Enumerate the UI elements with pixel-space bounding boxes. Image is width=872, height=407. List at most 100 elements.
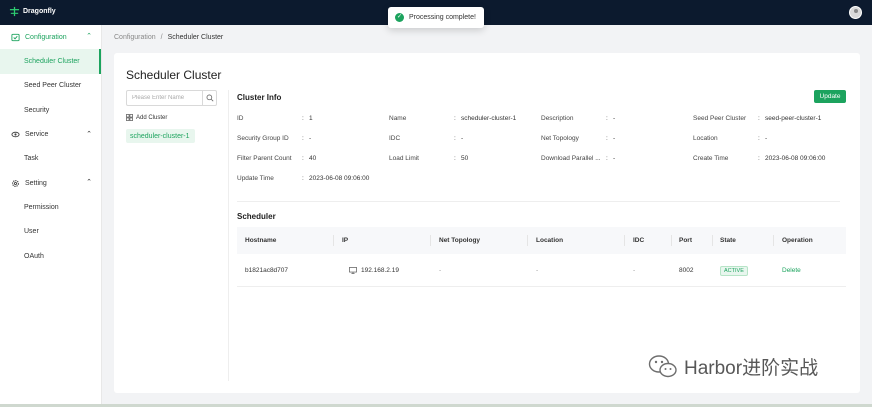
add-cluster-button[interactable]: Add Cluster [126, 114, 167, 121]
status-badge: ACTIVE [720, 266, 748, 276]
sidebar-item-scheduler-cluster[interactable]: Scheduler Cluster [0, 49, 101, 74]
field-value-seed-peer-cluster: seed-peer-cluster-1 [765, 115, 822, 122]
field-label-location: Location [693, 135, 718, 142]
cell-ip-value: 192.168.2.19 [361, 267, 399, 274]
cluster-search [126, 90, 217, 106]
column-header-location: Location [536, 237, 564, 244]
sidebar-item-user[interactable]: User [0, 220, 101, 245]
field-label-net-topology: Net Topology [541, 135, 579, 142]
column-divider [333, 235, 334, 246]
column-header-state: State [720, 237, 736, 244]
field-value-description: - [613, 115, 616, 122]
column-divider [671, 235, 672, 246]
gear-icon [12, 179, 19, 187]
service-icon [11, 131, 20, 138]
field-colon: : [454, 155, 456, 162]
sidebar-group-label: Setting [25, 179, 47, 187]
cell-location: - [536, 267, 539, 274]
search-button[interactable] [202, 91, 216, 105]
scheduler-table: Hostname IP Net Topology Location IDC Po… [237, 227, 846, 287]
sidebar-group-label: Service [25, 131, 49, 138]
field-colon: : [606, 115, 608, 122]
toast-message: Processing complete! [409, 14, 476, 21]
wechat-icon [648, 354, 677, 377]
monitor-icon [349, 267, 357, 274]
breadcrumb-separator: / [160, 34, 163, 41]
field-value-create-time: 2023-06-08 09:06:00 [765, 155, 826, 162]
field-label-description: Description [541, 115, 574, 122]
field-label-filter-parent-count: Filter Parent Count [237, 155, 292, 162]
field-value-download-parallel: - [613, 155, 616, 162]
section-divider [237, 201, 840, 202]
main-card: Scheduler Cluster Add Cluster scheduler-… [114, 53, 860, 393]
breadcrumb-parent[interactable]: Configuration [114, 34, 156, 41]
delete-link[interactable]: Delete [782, 267, 801, 274]
field-colon: : [302, 155, 304, 162]
field-value-security-group-id: - [309, 135, 312, 142]
field-label-load-limit: Load Limit [389, 155, 419, 162]
field-label-name: Name [389, 115, 407, 122]
check-circle-icon: ✓ [395, 13, 404, 22]
sidebar-item-seed-peer-cluster[interactable]: Seed Peer Cluster [0, 74, 101, 99]
update-button[interactable]: Update [814, 90, 846, 103]
search-input[interactable] [127, 91, 202, 105]
field-value-idc: - [461, 135, 464, 142]
column-header-ip: IP [342, 237, 349, 244]
toast-notification: ✓ Processing complete! [388, 7, 484, 28]
table-row: b1821ac8d707 192.168.2.19 - - - 8002 ACT… [237, 254, 846, 287]
column-divider [624, 235, 625, 246]
field-value-filter-parent-count: 40 [309, 155, 317, 162]
scheduler-title: Scheduler [237, 212, 276, 221]
field-colon: : [302, 135, 304, 142]
field-value-update-time: 2023-06-08 09:06:00 [309, 175, 370, 182]
field-colon: : [302, 175, 304, 182]
search-icon [206, 94, 213, 102]
field-value-name: scheduler-cluster-1 [461, 115, 517, 122]
column-divider [773, 235, 774, 246]
chevron-up-icon: ⌃ [86, 179, 92, 186]
app-name: Dragonfly [23, 8, 56, 15]
sidebar-item-oauth[interactable]: OAuth [0, 244, 101, 269]
sidebar-item-permission[interactable]: Permission [0, 195, 101, 220]
table-header: Hostname IP Net Topology Location IDC Po… [237, 227, 846, 254]
field-label-seed-peer-cluster: Seed Peer Cluster [693, 115, 747, 122]
sidebar-group-service[interactable]: Service ⌃ [0, 123, 101, 147]
field-label-security-group-id: Security Group ID [237, 135, 289, 142]
sidebar: Configuration ⌃ Scheduler Cluster Seed P… [0, 25, 102, 407]
configuration-icon [11, 33, 20, 41]
cell-ip: 192.168.2.19 [349, 267, 399, 274]
field-colon: : [758, 155, 760, 162]
page-title: Scheduler Cluster [126, 68, 222, 82]
field-value-id: 1 [309, 115, 313, 122]
avatar[interactable] [849, 6, 862, 19]
sidebar-group-setting[interactable]: Setting ⌃ [0, 171, 101, 195]
column-header-hostname: Hostname [245, 237, 277, 244]
column-header-port: Port [679, 237, 692, 244]
cell-idc: - [633, 267, 636, 274]
cell-hostname: b1821ac8d707 [245, 267, 289, 274]
watermark-text: Harbor进阶实战 [684, 358, 819, 379]
field-colon: : [758, 135, 760, 142]
field-label-idc: IDC [389, 135, 401, 142]
column-divider [430, 235, 431, 246]
column-divider [527, 235, 528, 246]
panel-divider [228, 90, 229, 381]
cluster-info-title: Cluster Info [237, 93, 282, 102]
breadcrumb: Configuration / Scheduler Cluster [114, 34, 223, 41]
app-logo[interactable]: Dragonfly [9, 6, 56, 17]
field-value-load-limit: 50 [461, 155, 469, 162]
sidebar-group-configuration[interactable]: Configuration ⌃ [0, 25, 101, 49]
column-header-operation: Operation [782, 237, 813, 244]
sidebar-item-task[interactable]: Task [0, 147, 101, 172]
sidebar-group-label: Configuration [25, 33, 67, 41]
cell-port: 8002 [679, 267, 694, 274]
field-colon: : [454, 135, 456, 142]
cluster-list-item[interactable]: scheduler-cluster-1 [126, 129, 195, 143]
watermark: Harbor进阶实战 [648, 353, 818, 380]
field-label-update-time: Update Time [237, 175, 274, 182]
add-cluster-label: Add Cluster [136, 114, 168, 121]
sidebar-item-security[interactable]: Security [0, 98, 101, 123]
field-value-net-topology: - [613, 135, 616, 142]
chevron-up-icon: ⌃ [86, 130, 92, 138]
field-label-download-parallel: Download Parallel ... [541, 155, 601, 162]
